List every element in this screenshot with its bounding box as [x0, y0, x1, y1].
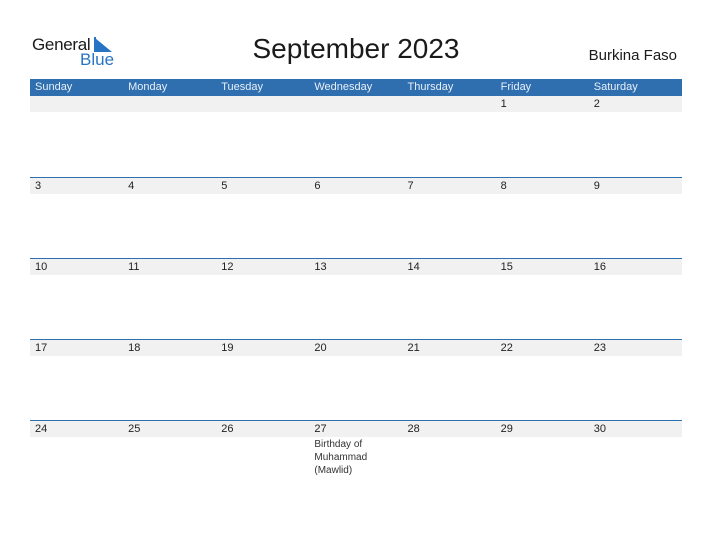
day-cell[interactable]: 5	[216, 178, 309, 194]
weekday-thursday: Thursday	[407, 81, 454, 93]
day-cell[interactable]: 10	[30, 259, 123, 275]
week-row: 17 18 19 20 21 22 23	[30, 339, 682, 420]
day-cell[interactable]: 13	[309, 259, 402, 275]
calendar-grid: Sunday Monday Tuesday Wednesday Thursday Frid…	[30, 79, 682, 501]
day-cell[interactable]	[123, 96, 216, 112]
day-number: 11	[128, 261, 140, 273]
country-label: Burkina Faso	[588, 47, 677, 64]
holiday-event: Birthday of Muhammad (Mawlid)	[314, 439, 368, 476]
day-cell[interactable]: 6	[309, 178, 402, 194]
day-number: 30	[593, 423, 606, 435]
weekday-tuesday: Tuesday	[221, 81, 264, 93]
week-row: 10 11 12 13 14 15 16	[30, 258, 682, 339]
day-number: 14	[407, 261, 420, 273]
day-cell[interactable]	[216, 96, 309, 112]
weeks: 1 2 3 4 5 6 7 8 9 10 11 12 13 14 15 16 17 18 19 20 21 22 23 24 2…	[30, 96, 682, 501]
week-row: 12	[30, 96, 682, 177]
day-cell[interactable]: 4	[123, 178, 216, 194]
day-number: 24	[35, 423, 48, 435]
day-cell[interactable]: 16	[589, 259, 682, 275]
day-number: 6	[314, 180, 321, 192]
week-row: 24 25 26 27 Birthday of Muhammad (Mawlid) 28 2…	[30, 420, 682, 501]
day-number: 10	[35, 261, 48, 273]
day-cell[interactable]: 12	[216, 259, 309, 275]
day-cell[interactable]	[30, 96, 123, 112]
day-cell[interactable]	[309, 96, 402, 112]
weekday-sunday: Sunday	[35, 81, 73, 93]
day-number: 21	[407, 342, 420, 354]
day-number: 28	[407, 423, 420, 435]
day-cell[interactable]: 11	[123, 259, 216, 275]
day-cell[interactable]: 29	[496, 421, 589, 477]
day-cell[interactable]: 26	[216, 421, 309, 477]
day-number: 2	[593, 98, 600, 110]
day-cell[interactable]: 22	[496, 340, 589, 356]
week-days: 12	[30, 96, 682, 112]
day-cell[interactable]: 2	[589, 96, 682, 112]
day-number: 29	[500, 423, 513, 435]
day-cell[interactable]	[403, 96, 496, 112]
day-cell[interactable]: 19	[216, 340, 309, 356]
day-number: 13	[314, 261, 327, 273]
day-cell[interactable]: 20	[309, 340, 402, 356]
day-number	[221, 96, 309, 112]
weekday-wednesday: Wednesday	[314, 81, 373, 93]
day-number: 27	[314, 423, 327, 435]
day-number	[314, 96, 402, 112]
day-number: 25	[128, 423, 141, 435]
day-number: 15	[500, 261, 513, 273]
day-number: 17	[35, 342, 48, 354]
day-number: 1	[500, 98, 507, 110]
day-cell[interactable]: 7	[403, 178, 496, 194]
day-number	[128, 96, 216, 112]
day-number	[35, 96, 123, 112]
day-cell[interactable]: 1	[496, 96, 589, 112]
day-number: 26	[221, 423, 234, 435]
week-days: 17 18 19 20 21 22 23	[30, 340, 682, 356]
day-number: 16	[593, 261, 606, 273]
day-cell[interactable]: 23	[589, 340, 682, 356]
day-cell[interactable]: 27 Birthday of Muhammad (Mawlid)	[309, 421, 402, 477]
day-cell[interactable]: 17	[30, 340, 123, 356]
weekday-monday: Monday	[128, 81, 168, 93]
day-cell[interactable]: 21	[403, 340, 496, 356]
day-cell[interactable]: 3	[30, 178, 123, 194]
day-number: 4	[128, 180, 135, 192]
day-number: 3	[35, 180, 42, 192]
day-number	[408, 96, 496, 112]
week-row: 3 4 5 6 7 8 9	[30, 177, 682, 258]
day-cell[interactable]: 25	[123, 421, 216, 477]
day-number: 12	[221, 261, 234, 273]
day-number: 22	[500, 342, 513, 354]
day-cell[interactable]: 24	[30, 421, 123, 477]
day-cell[interactable]: 9	[589, 178, 682, 194]
day-number: 7	[407, 180, 414, 192]
day-cell[interactable]: 18	[123, 340, 216, 356]
day-cell[interactable]: 30	[589, 421, 682, 477]
week-days: 3 4 5 6 7 8 9	[30, 178, 682, 194]
day-cell[interactable]: 28	[403, 421, 496, 477]
weekday-friday: Friday	[500, 81, 532, 93]
day-number: 8	[500, 180, 507, 192]
day-number: 20	[314, 342, 327, 354]
week-days: 24 25 26 27 Birthday of Muhammad (Mawlid) 28 2…	[30, 421, 682, 477]
day-cell[interactable]: 8	[496, 178, 589, 194]
day-number: 5	[221, 180, 228, 192]
day-number: 19	[221, 342, 234, 354]
day-number: 18	[128, 342, 141, 354]
week-days: 10 11 12 13 14 15 16	[30, 259, 682, 275]
weekday-saturday: Saturday	[593, 81, 638, 93]
day-cell[interactable]: 15	[496, 259, 589, 275]
weekday-header: Sunday Monday Tuesday Wednesday Thursday Frid…	[30, 79, 682, 96]
day-number: 23	[593, 342, 606, 354]
day-number: 9	[593, 180, 600, 192]
day-cell[interactable]: 14	[403, 259, 496, 275]
